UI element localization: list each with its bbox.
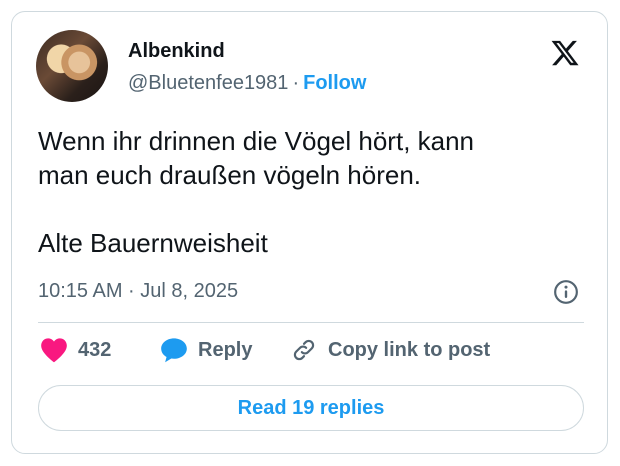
- divider: [38, 322, 584, 323]
- heart-icon: [41, 338, 67, 363]
- author-meta: @Bluetenfee1981 · Follow: [128, 72, 366, 95]
- tweet-timestamp[interactable]: 10:15 AM · Jul 8, 2025: [38, 280, 238, 303]
- like-button[interactable]: 432: [40, 337, 111, 363]
- info-icon[interactable]: [553, 279, 579, 305]
- copy-link-button[interactable]: Copy link to post: [290, 337, 490, 363]
- x-logo-icon[interactable]: [550, 38, 580, 68]
- reply-button[interactable]: Reply: [160, 337, 252, 363]
- read-replies-button[interactable]: Read 19 replies: [38, 385, 584, 431]
- like-count: 432: [78, 338, 112, 361]
- copy-link-label: Copy link to post: [328, 338, 491, 361]
- speech-bubble-icon: [161, 338, 187, 363]
- author-name[interactable]: Albenkind: [128, 40, 225, 63]
- tweet-card: Albenkind @Bluetenfee1981 · Follow Wenn ih…: [11, 11, 608, 454]
- reply-label: Reply: [198, 338, 253, 361]
- author-handle[interactable]: @Bluetenfee1981: [128, 72, 288, 94]
- tweet-text: Wenn ihr drinnen die Vögel hört, kann ma…: [38, 126, 475, 258]
- separator: ·: [292, 72, 300, 94]
- link-icon: [293, 339, 315, 361]
- avatar[interactable]: [36, 30, 108, 102]
- follow-button[interactable]: Follow: [303, 72, 366, 94]
